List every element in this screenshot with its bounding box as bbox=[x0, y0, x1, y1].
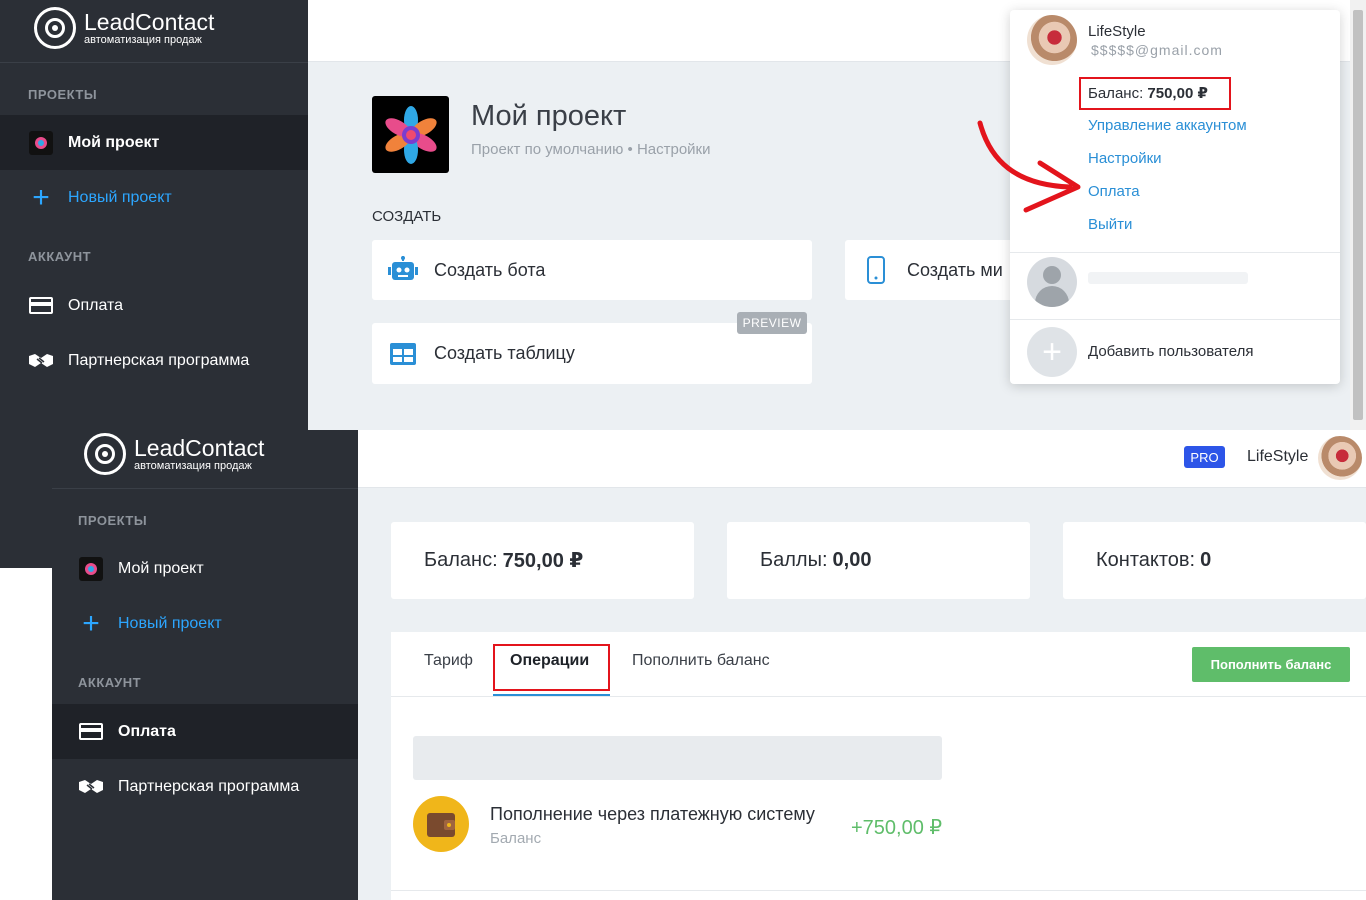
avatar[interactable] bbox=[1318, 436, 1362, 480]
tab-topup[interactable]: Пополнить баланс bbox=[632, 652, 770, 670]
brand-name: LeadContact bbox=[84, 8, 215, 35]
sidebar: LeadContact автоматизация продаж ПРОЕКТЫ… bbox=[52, 430, 358, 900]
blurred-user-info bbox=[1088, 272, 1248, 284]
sidebar-item-my-project[interactable]: Мой проект bbox=[0, 115, 308, 170]
logout-link[interactable]: Выйти bbox=[1088, 216, 1132, 233]
create-mini-label: Создать ми bbox=[907, 259, 1003, 280]
section-projects: ПРОЕКТЫ bbox=[28, 87, 98, 102]
brand-logo[interactable]: LeadContact автоматизация продаж bbox=[34, 7, 214, 49]
sidebar-item-label: Мой проект bbox=[118, 559, 204, 577]
balance-label: Баланс: bbox=[424, 549, 498, 571]
section-account: АККАУНТ bbox=[78, 675, 142, 690]
brand-logo[interactable]: LeadContact автоматизация продаж bbox=[84, 433, 264, 475]
highlight-balance bbox=[1079, 77, 1231, 110]
robot-icon bbox=[386, 253, 420, 287]
contacts-value: 0 bbox=[1200, 549, 1212, 571]
sidebar-item-payment[interactable]: Оплата bbox=[0, 278, 308, 333]
handshake-icon bbox=[28, 348, 54, 374]
project-flower-icon bbox=[78, 556, 104, 582]
sidebar-item-my-project[interactable]: Мой проект bbox=[52, 541, 358, 596]
points-card: Баллы: 0,00 bbox=[727, 522, 1030, 599]
sidebar-item-label: Мой проект bbox=[68, 133, 160, 151]
highlight-operations-tab bbox=[493, 644, 610, 691]
filter-bar[interactable] bbox=[413, 736, 942, 780]
create-bot-label: Создать бота bbox=[434, 259, 546, 280]
operation-subtitle: Баланс bbox=[490, 830, 542, 847]
logo-icon bbox=[34, 7, 76, 49]
sidebar-item-label: Оплата bbox=[118, 722, 176, 740]
section-account: АККАУНТ bbox=[28, 249, 92, 264]
create-bot-card[interactable]: Создать бота bbox=[372, 240, 812, 300]
dropdown-divider-2 bbox=[1010, 319, 1340, 320]
pro-badge: PRO bbox=[1184, 446, 1225, 468]
dropdown-user-email: $$$$$@gmail.com bbox=[1091, 42, 1223, 58]
balance-value: 750,00 ₽ bbox=[502, 550, 584, 572]
mobile-icon bbox=[859, 253, 893, 287]
operation-title: Пополнение через платежную систему bbox=[490, 804, 815, 824]
screenshot-payment-page: LeadContact автоматизация продаж ПРОЕКТЫ… bbox=[52, 430, 1366, 900]
table-icon bbox=[386, 337, 420, 371]
sidebar-item-label: Новый проект bbox=[68, 188, 172, 206]
settings-link[interactable]: Настройки bbox=[1088, 150, 1162, 167]
section-projects: ПРОЕКТЫ bbox=[78, 513, 148, 528]
brand-tagline: автоматизация продаж bbox=[84, 33, 202, 46]
header-user-name[interactable]: LifeStyle bbox=[1247, 448, 1308, 466]
payment-panel: Тариф Операции Пополнить баланс Пополнит… bbox=[391, 632, 1366, 900]
points-value: 0,00 bbox=[832, 549, 872, 571]
contacts-card: Контактов: 0 bbox=[1063, 522, 1366, 599]
sidebar-divider bbox=[52, 488, 358, 489]
create-table-label: Создать таблицу bbox=[434, 343, 575, 363]
balance-card: Баланс: 750,00 ₽ bbox=[391, 522, 694, 599]
dropdown-divider bbox=[1010, 252, 1340, 253]
red-arrow bbox=[977, 120, 1081, 213]
project-logo bbox=[372, 96, 449, 173]
sidebar-item-partner[interactable]: Партнерская программа bbox=[52, 759, 358, 814]
points-label: Баллы: bbox=[760, 549, 828, 571]
sidebar-item-partner[interactable]: Партнерская программа bbox=[0, 333, 308, 388]
wallet-icon bbox=[413, 796, 469, 852]
logo-icon bbox=[84, 433, 126, 475]
sidebar-item-payment[interactable]: Оплата bbox=[52, 704, 358, 759]
sidebar-item-label: Оплата bbox=[68, 296, 124, 314]
sidebar-item-label: Партнерская программа bbox=[68, 351, 250, 369]
tab-tariff[interactable]: Тариф bbox=[424, 652, 473, 670]
project-flower-icon bbox=[28, 130, 54, 156]
create-heading: СОЗДАТЬ bbox=[372, 208, 442, 225]
plus-icon: + bbox=[32, 180, 50, 214]
add-user-icon[interactable]: + bbox=[1027, 327, 1077, 377]
sidebar-item-new-project[interactable]: + Новый проект bbox=[52, 596, 358, 651]
plus-icon: + bbox=[82, 606, 100, 640]
preview-badge: PREVIEW bbox=[737, 312, 807, 334]
add-user-label[interactable]: Добавить пользователя bbox=[1088, 343, 1253, 360]
sidebar-item-label: Партнерская программа bbox=[118, 777, 300, 795]
manage-account-link[interactable]: Управление аккаунтом bbox=[1088, 117, 1247, 134]
contacts-label: Контактов: bbox=[1096, 549, 1196, 571]
brand-tagline: автоматизация продаж bbox=[134, 459, 252, 472]
project-title: Мой проект bbox=[471, 100, 627, 132]
credit-card-icon bbox=[28, 293, 54, 319]
project-flower-icon bbox=[384, 105, 437, 164]
scrollbar[interactable] bbox=[1350, 0, 1366, 430]
topup-button[interactable]: Пополнить баланс bbox=[1192, 647, 1350, 682]
credit-card-icon bbox=[78, 719, 104, 745]
dropdown-user-name: LifeStyle bbox=[1088, 23, 1146, 40]
handshake-icon bbox=[78, 774, 104, 800]
panel-divider-bottom bbox=[391, 890, 1366, 891]
sidebar-item-label: Новый проект bbox=[118, 614, 222, 632]
avatar[interactable] bbox=[1027, 15, 1077, 65]
payment-link[interactable]: Оплата bbox=[1088, 183, 1140, 200]
sidebar-divider bbox=[0, 62, 308, 63]
panel-divider bbox=[391, 696, 1366, 697]
sidebar-item-new-project[interactable]: + Новый проект bbox=[0, 170, 308, 225]
operation-amount: +750,00 ₽ bbox=[851, 817, 943, 839]
brand-name: LeadContact bbox=[134, 434, 265, 461]
project-subtitle: Проект по умолчанию • Настройки bbox=[471, 141, 711, 158]
second-user-avatar[interactable] bbox=[1027, 257, 1077, 307]
